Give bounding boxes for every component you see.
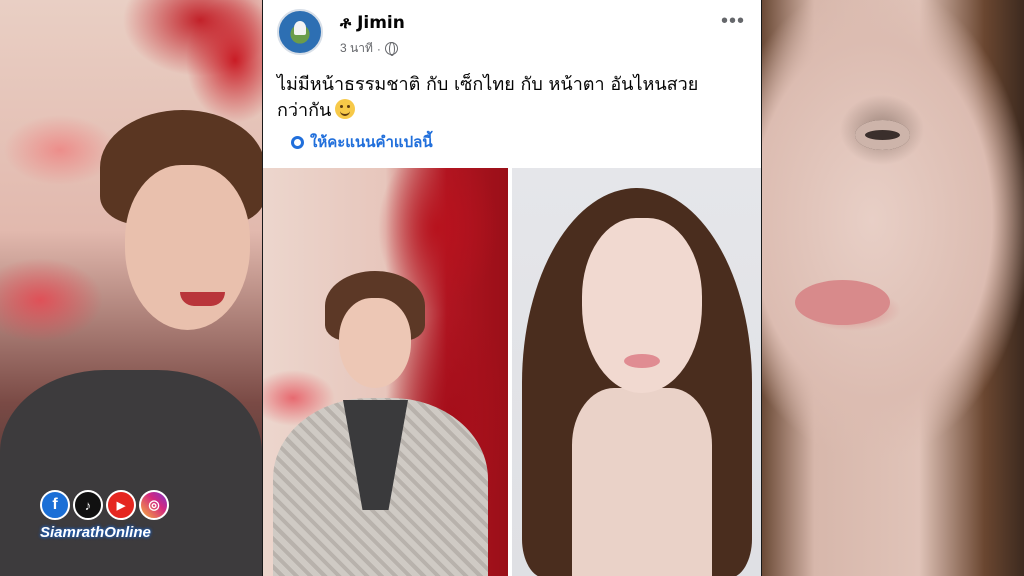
youtube-icon: ▶ [106,490,136,520]
post-photo-2[interactable] [512,168,761,576]
siamrath-logo: f ♪ ▶ ◎ SiamrathOnline [40,490,175,541]
author-name[interactable]: ቶ Jimin [340,13,405,33]
gear-icon [291,135,304,149]
post-header: ቶ Jimin 3 นาที · ••• [263,0,761,62]
more-options-button[interactable]: ••• [721,10,745,33]
left-background-photo: f ♪ ▶ ◎ SiamrathOnline [0,0,262,576]
left-photo-body [0,370,262,576]
right-photo-eye [855,120,910,150]
post-meta: 3 นาที · [340,39,398,58]
photo1-face [339,298,411,388]
tiktok-icon: ♪ [73,490,103,520]
rate-translation-link[interactable]: ให้คะแนนคำแปลนี้ [291,130,433,154]
left-photo-face [125,165,250,330]
facebook-icon: f [40,490,70,520]
photo2-lips [624,354,660,368]
brand-name: SiamrathOnline [40,524,151,541]
author-avatar[interactable] [277,9,323,55]
right-background-photo [762,0,1024,576]
post-time[interactable]: 3 นาที [340,39,373,58]
instagram-icon: ◎ [139,490,169,520]
globe-icon [384,42,398,56]
right-photo-lips [795,280,890,325]
meta-separator: · [376,41,381,56]
photo2-neck [572,388,712,576]
smiley-emoji-icon [335,99,356,119]
social-icons-row: f ♪ ▶ ◎ [40,490,175,520]
facebook-post-card: ቶ Jimin 3 นาที · ••• ไม่มีหน้าธรรมชาติ ก… [263,0,761,576]
left-photo-mouth [180,292,225,306]
rate-translation-label: ให้คะแนนคำแปลนี้ [310,133,433,151]
post-text-line-2-text: กว่ากัน [277,100,332,121]
post-photo-1[interactable] [263,168,508,576]
post-text-line-2: กว่ากัน [277,98,747,124]
post-text: ไม่มีหน้าธรรมชาติ กับ เซ็กไทย กับ หน้าตา… [277,72,747,124]
post-text-line-1: ไม่มีหน้าธรรมชาติ กับ เซ็กไทย กับ หน้าตา… [277,74,699,95]
